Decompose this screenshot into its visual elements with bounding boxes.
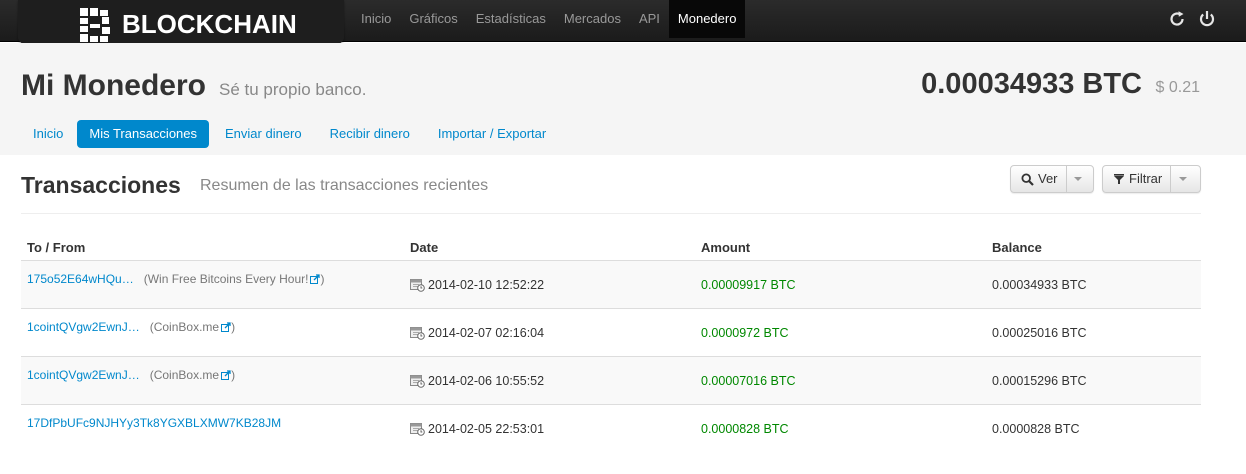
- date-cell: 2014-02-05 22:53:01: [404, 403, 695, 452]
- nav-item-graficos[interactable]: Gráficos: [400, 0, 466, 38]
- address-note: (CoinBox.me: [149, 319, 220, 334]
- balance-cell: 0.00034933 BTC: [986, 259, 1201, 308]
- address-link[interactable]: 17DfPbUFc9NJHYy3Tk8YGXBLXMW7KB28JM: [27, 416, 281, 430]
- view-dropdown-toggle[interactable]: [1065, 166, 1090, 192]
- column-header-amount: Amount: [695, 236, 986, 261]
- nav-item-estadisticas[interactable]: Estadísticas: [467, 0, 555, 38]
- table-header-row: To / From Date Amount Balance: [21, 236, 1201, 261]
- column-header-to-from: To / From: [21, 236, 404, 261]
- calendar-clock-icon[interactable]: [410, 326, 425, 340]
- wallet-tabs: Inicio Mis Transacciones Enviar dinero R…: [21, 120, 560, 148]
- brand-name: BLOCKCHAIN: [122, 9, 297, 39]
- to-from-cell: 1cointQVgw2EwnJ… (CoinBox.me): [21, 307, 404, 356]
- filter-button-label: Filtrar: [1129, 171, 1163, 186]
- nav-item-mercados[interactable]: Mercados: [555, 0, 630, 38]
- address-link[interactable]: 1cointQVgw2EwnJ…: [27, 368, 140, 382]
- transaction-balance[interactable]: 0.00034933 BTC: [992, 278, 1087, 292]
- wallet-balance-btc[interactable]: 0.00034933 BTC: [921, 68, 1142, 101]
- transaction-amount[interactable]: 0.0000972 BTC: [701, 326, 789, 340]
- table-row: 175o52E64wHQu… (Win Free Bitcoins Every H…: [21, 259, 1201, 308]
- view-button[interactable]: Ver: [1011, 166, 1066, 192]
- transaction-date: 2014-02-07 02:16:04: [428, 325, 545, 340]
- power-icon[interactable]: [1198, 10, 1216, 28]
- wallet-balance-usd[interactable]: $ 0.21: [1156, 79, 1200, 97]
- calendar-clock-icon[interactable]: [410, 278, 425, 292]
- tab-enviar-dinero[interactable]: Enviar dinero: [213, 120, 314, 148]
- transaction-amount[interactable]: 0.0000828 BTC: [701, 422, 789, 436]
- filter-dropdown-toggle[interactable]: [1170, 166, 1194, 192]
- table-row: 1cointQVgw2EwnJ… (CoinBox.me) 2014-02-07 …: [21, 307, 1201, 356]
- transaction-balance[interactable]: 0.00015296 BTC: [992, 374, 1087, 388]
- balance-cell: 0.00015296 BTC: [986, 355, 1201, 404]
- transaction-balance[interactable]: 0.0000828 BTC: [992, 422, 1080, 436]
- tab-mis-transacciones[interactable]: Mis Transacciones: [77, 120, 210, 148]
- nav-right-icons: [1168, 10, 1216, 28]
- address-link[interactable]: 175o52E64wHQu…: [27, 272, 134, 286]
- nav-item-inicio[interactable]: Inicio: [352, 0, 400, 38]
- section-divider: [21, 213, 1201, 214]
- filter-button-group: Filtrar: [1102, 165, 1201, 193]
- transactions-table: To / From Date Amount Balance 175o52E64w…: [21, 236, 1201, 452]
- top-navbar: BLOCKCHAIN Inicio Gráficos Estadísticas …: [0, 0, 1246, 50]
- date-cell: 2014-02-06 10:55:52: [404, 355, 695, 404]
- column-header-date: Date: [404, 236, 695, 261]
- date-cell: 2014-02-07 02:16:04: [404, 307, 695, 356]
- amount-cell: 0.00009917 BTC: [695, 259, 986, 308]
- chevron-down-icon: [1178, 177, 1187, 181]
- filter-button[interactable]: Filtrar: [1103, 166, 1170, 192]
- transaction-balance[interactable]: 0.00025016 BTC: [992, 326, 1087, 340]
- section-title: Transacciones: [21, 172, 181, 198]
- transaction-date: 2014-02-06 10:55:52: [428, 373, 545, 388]
- date-cell: 2014-02-10 12:52:22: [404, 259, 695, 308]
- chevron-down-icon: [1074, 177, 1083, 181]
- to-from-cell: 175o52E64wHQu… (Win Free Bitcoins Every H…: [21, 259, 404, 308]
- balance-cell: 0.0000828 BTC: [986, 403, 1201, 452]
- view-button-label: Ver: [1038, 171, 1058, 186]
- transaction-date: 2014-02-05 22:53:01: [428, 421, 545, 436]
- external-link-icon[interactable]: [221, 369, 231, 380]
- page-subtitle: Sé tu propio banco.: [219, 80, 367, 99]
- transaction-amount[interactable]: 0.00009917 BTC: [701, 278, 796, 292]
- address-note-close: ): [320, 271, 325, 286]
- column-header-balance: Balance: [986, 236, 1201, 261]
- main-nav: Inicio Gráficos Estadísticas Mercados AP…: [352, 0, 746, 38]
- page-title: Mi Monedero: [21, 69, 206, 102]
- refresh-icon[interactable]: [1168, 10, 1186, 28]
- address-link[interactable]: 1cointQVgw2EwnJ…: [27, 320, 140, 334]
- address-note-close: ): [231, 319, 236, 334]
- wallet-header: Mi Monedero Sé tu propio banco. 0.000349…: [0, 43, 1246, 155]
- amount-cell: 0.0000828 BTC: [695, 403, 986, 452]
- address-note: (CoinBox.me: [149, 367, 220, 382]
- balance-cell: 0.00025016 BTC: [986, 307, 1201, 356]
- table-row: 1cointQVgw2EwnJ… (CoinBox.me) 2014-02-06 …: [21, 355, 1201, 404]
- external-link-icon[interactable]: [310, 273, 321, 284]
- table-row: 17DfPbUFc9NJHYy3Tk8YGXBLXMW7KB28JM 2014-…: [21, 403, 1201, 452]
- nav-item-api[interactable]: API: [630, 0, 669, 38]
- nav-item-monedero[interactable]: Monedero: [668, 0, 746, 38]
- view-button-group: Ver: [1010, 165, 1094, 193]
- address-note-close: ): [231, 367, 236, 382]
- external-link-icon[interactable]: [221, 321, 231, 332]
- amount-cell: 0.0000972 BTC: [695, 307, 986, 356]
- blockchain-logo-icon: [80, 8, 110, 42]
- tab-inicio[interactable]: Inicio: [21, 120, 75, 148]
- calendar-clock-icon[interactable]: [410, 422, 425, 436]
- amount-cell: 0.00007016 BTC: [695, 355, 986, 404]
- to-from-cell: 1cointQVgw2EwnJ… (CoinBox.me): [21, 355, 404, 404]
- calendar-clock-icon[interactable]: [410, 374, 425, 388]
- tab-recibir-dinero[interactable]: Recibir dinero: [318, 120, 422, 148]
- transaction-amount[interactable]: 0.00007016 BTC: [701, 374, 796, 388]
- section-subtitle: Resumen de las transacciones recientes: [200, 177, 489, 194]
- tab-importar-exportar[interactable]: Importar / Exportar: [426, 120, 558, 148]
- address-note: (Win Free Bitcoins Every Hour!: [143, 271, 309, 286]
- transaction-date: 2014-02-10 12:52:22: [428, 277, 545, 292]
- zoom-icon: [1021, 172, 1034, 186]
- filter-icon: [1114, 174, 1124, 184]
- to-from-cell: 17DfPbUFc9NJHYy3Tk8YGXBLXMW7KB28JM: [21, 403, 404, 452]
